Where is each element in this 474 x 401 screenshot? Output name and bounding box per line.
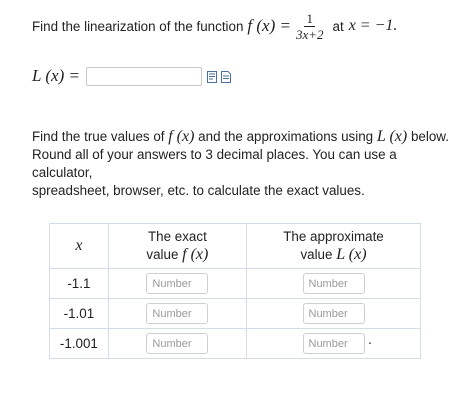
exact-value-input[interactable] xyxy=(146,333,209,354)
instruction-text-b: and the approximations using xyxy=(198,129,374,144)
header-approx-line2: value xyxy=(300,247,333,262)
header-approx-line1: The approximate xyxy=(283,229,384,244)
instruction-line-3: spreadsheet, browser, etc. to calculate … xyxy=(32,183,365,198)
table-row: -1.1 xyxy=(49,268,421,299)
approx-value-input[interactable] xyxy=(302,333,365,354)
linearization-answer-row: L (x) = xyxy=(32,64,231,88)
x-value-cell: -1.1 xyxy=(49,268,109,299)
approx-value-input[interactable] xyxy=(302,273,365,294)
at-text: at xyxy=(332,18,344,34)
linearization-answer-input[interactable] xyxy=(86,66,202,86)
exact-value-input[interactable] xyxy=(146,273,209,294)
inline-f-of-x: f (x) xyxy=(168,128,195,145)
exact-value-cell xyxy=(107,268,248,299)
question-linearization: Find the linearization of the function f… xyxy=(32,6,397,46)
header-x: x xyxy=(49,223,109,269)
header-approx: The approximate value L (x) xyxy=(246,223,421,269)
exact-value-input[interactable] xyxy=(146,303,209,324)
fraction: 1 3x+2 xyxy=(294,11,326,42)
x-value-cell: -1.001 xyxy=(49,328,109,359)
answer-label: L (x) = xyxy=(32,66,80,85)
fraction-denominator: 3x+2 xyxy=(295,26,324,42)
instruction-line-1: Find the true values of f (x) and the ap… xyxy=(32,128,452,146)
x-value-cell: -1.01 xyxy=(49,298,109,329)
approx-value-input[interactable] xyxy=(302,303,365,324)
header-exact-line2: value xyxy=(146,247,179,262)
function-lhs: f (x) = xyxy=(247,16,291,35)
header-exact-fn: f (x) xyxy=(182,246,209,263)
help-document-icon[interactable] xyxy=(221,71,231,83)
header-exact-line1: The exact xyxy=(147,229,207,244)
question-true-values: Find the true values of f (x) and the ap… xyxy=(32,128,452,200)
approx-value-cell xyxy=(246,298,421,329)
instruction-text-c: below. xyxy=(410,129,449,144)
table-row: -1.001 xyxy=(49,328,421,359)
exact-value-cell xyxy=(107,298,248,329)
trailing-period: . xyxy=(368,331,372,347)
instruction-line-2: Round all of your answers to 3 decimal p… xyxy=(32,147,397,180)
header-x-label: x xyxy=(75,237,83,254)
evaluation-point: x = −1. xyxy=(348,17,398,34)
question-text: Find the linearization of the function xyxy=(32,18,244,34)
fraction-numerator: 1 xyxy=(304,10,315,27)
instruction-text-a: Find the true values of xyxy=(32,129,165,144)
table-header-row: x The exact value f (x) The approximate … xyxy=(49,223,421,269)
table-row: -1.01 xyxy=(49,298,421,329)
equation-editor-icon[interactable] xyxy=(207,71,217,83)
exact-value-cell xyxy=(107,328,248,359)
function-expression: f (x) = 1 3x+2 xyxy=(247,11,328,42)
inline-l-of-x: L (x) xyxy=(376,128,408,145)
header-approx-fn: L (x) xyxy=(336,246,367,263)
header-exact: The exact value f (x) xyxy=(107,223,248,269)
approx-value-cell xyxy=(246,328,421,359)
values-table: x The exact value f (x) The approximate … xyxy=(49,223,421,359)
approx-value-cell xyxy=(246,268,421,299)
